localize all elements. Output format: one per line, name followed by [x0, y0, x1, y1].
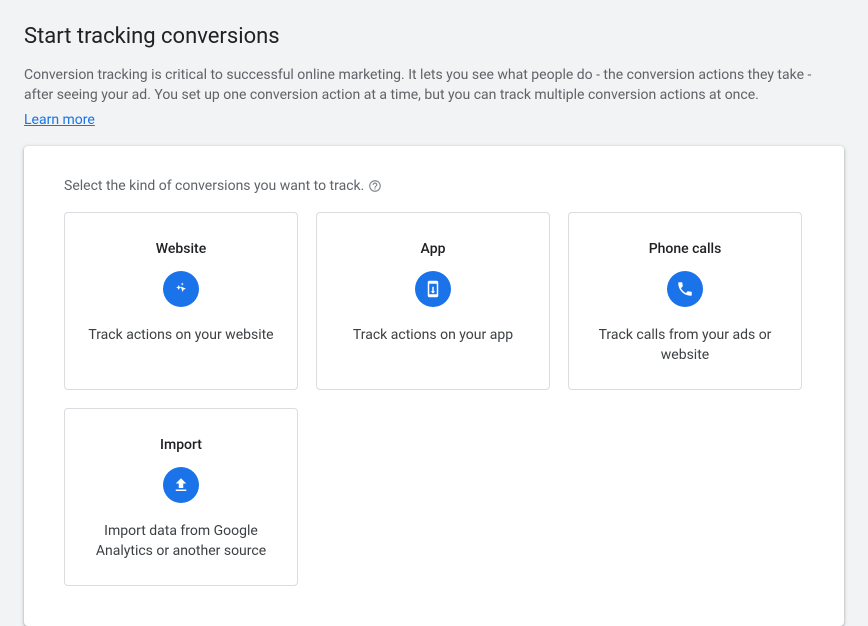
select-label: Select the kind of conversions you want … [64, 178, 804, 194]
option-import[interactable]: Import Import data from Google Analytics… [64, 408, 298, 586]
page-description: Conversion tracking is critical to succe… [24, 65, 844, 105]
conversion-panel: Select the kind of conversions you want … [24, 146, 844, 626]
cursor-click-icon [163, 271, 199, 307]
option-phone-calls[interactable]: Phone calls Track calls from your ads or… [568, 212, 802, 390]
option-description: Track calls from your ads or website [585, 325, 785, 365]
option-title: Import [160, 437, 202, 453]
option-description: Track actions on your app [353, 325, 513, 345]
help-icon[interactable] [368, 179, 382, 193]
option-description: Track actions on your website [88, 325, 273, 345]
option-title: Phone calls [649, 241, 722, 257]
upload-icon [163, 467, 199, 503]
phone-app-icon [415, 271, 451, 307]
select-label-text: Select the kind of conversions you want … [64, 178, 364, 194]
phone-call-icon [667, 271, 703, 307]
page-title: Start tracking conversions [24, 24, 844, 49]
option-app[interactable]: App Track actions on your app [316, 212, 550, 390]
learn-more-link[interactable]: Learn more [24, 112, 95, 128]
option-description: Import data from Google Analytics or ano… [81, 521, 281, 561]
option-title: Website [156, 241, 206, 257]
option-title: App [421, 241, 446, 257]
option-website[interactable]: Website Track actions on your website [64, 212, 298, 390]
